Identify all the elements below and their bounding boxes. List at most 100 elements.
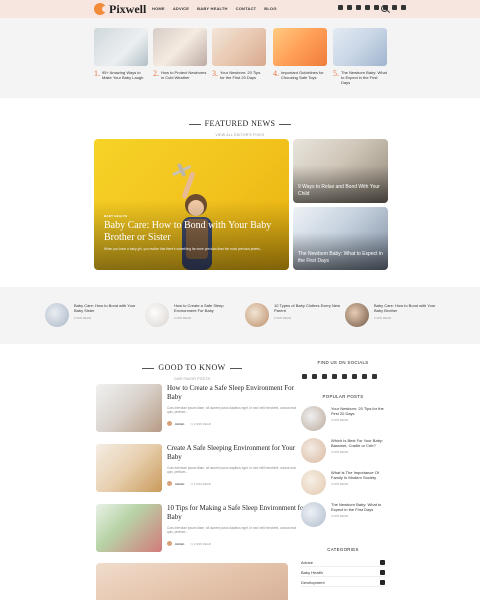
large-post-image[interactable] (96, 563, 288, 600)
facebook-icon[interactable] (302, 374, 307, 379)
band-thumb[interactable] (45, 303, 69, 327)
post-author[interactable]: Admin (175, 482, 184, 486)
category-row[interactable]: Baby Health 8 (301, 568, 385, 577)
featured-title: FEATURED NEWS (188, 119, 292, 128)
strip-card[interactable]: 3. Your Newborn: 20 Tips for the First 20… (212, 28, 266, 80)
band-thumb[interactable] (145, 303, 169, 327)
post-image[interactable] (96, 504, 162, 552)
side-post-title[interactable]: 9 Ways to Relax and Bond With Your Child (298, 184, 384, 197)
flickr-icon[interactable] (372, 374, 377, 379)
featured-main-post[interactable]: BABY HEALTH Baby Care: How to Bond with … (94, 139, 289, 270)
strip-card[interactable]: 1. 95+ Amazing Ways to Make Your Baby Lau… (94, 28, 148, 80)
flickr-icon[interactable] (401, 5, 406, 10)
band-title[interactable]: 10 Types of Baby Clothes Every New Paren… (274, 303, 345, 313)
strip-title[interactable]: Your Newborn: 20 Tips for the First 20 D… (220, 70, 266, 80)
category-row[interactable]: Development 8 (301, 578, 385, 587)
author-avatar (167, 481, 172, 486)
strip-thumb[interactable] (212, 28, 266, 66)
popular-title-text[interactable]: Which Is Best For Your Baby: Bassinet, C… (331, 438, 391, 448)
post-image[interactable] (96, 444, 162, 492)
featured-side-post[interactable]: 9 Ways to Relax and Bond With Your Child (293, 139, 388, 203)
site-logo[interactable]: Pixwell (94, 2, 146, 16)
strip-thumb[interactable] (94, 28, 148, 66)
post-excerpt: Cras interdum ipsum diam, sit laoreet pu… (167, 406, 296, 415)
popular-title: POPULAR POSTS (322, 394, 364, 399)
strip-card[interactable]: 5. The Newborn Baby: What to Expect in th… (333, 28, 387, 85)
tumblr-icon[interactable] (352, 374, 357, 379)
post-title[interactable]: How to Create a Safe Sleep Environment F… (167, 384, 307, 402)
post-item[interactable]: 10 Tips for Making a Safe Sleep Environm… (96, 504, 308, 552)
popular-item[interactable]: The Newborn Baby: What to Expect in the … (301, 502, 391, 527)
strip-title[interactable]: Important Guidelines for Choosing Safe T… (281, 70, 327, 80)
category-name[interactable]: Baby Health (301, 570, 323, 575)
post-author[interactable]: Admin (175, 422, 184, 426)
category-name[interactable]: Advice (301, 560, 313, 565)
twitter-icon[interactable] (347, 5, 352, 10)
post-title[interactable]: Create A Safe Sleeping Environment for Y… (167, 444, 307, 462)
featured-side-post[interactable]: The Newborn Baby: What to Expect in the … (293, 207, 388, 270)
post-meta: Admin ◷ 2 MIN READ (167, 481, 211, 486)
popular-thumb[interactable] (301, 470, 326, 495)
strip-thumb[interactable] (273, 28, 327, 66)
band-title[interactable]: Baby Care: How to Bond with Your Baby Si… (74, 303, 145, 313)
author-avatar (167, 541, 172, 546)
post-image[interactable] (96, 384, 162, 432)
instagram-icon[interactable] (332, 374, 337, 379)
strip-thumb[interactable] (333, 28, 387, 66)
band-thumb[interactable] (345, 303, 369, 327)
categories-title: CATEGORIES (327, 547, 359, 552)
nav-blog[interactable]: BLOG (264, 6, 276, 11)
nav-advice[interactable]: ADVICE (173, 6, 189, 11)
post-item[interactable]: How to Create a Safe Sleep Environment F… (96, 384, 308, 432)
pinterest-icon[interactable] (322, 374, 327, 379)
instagram-icon[interactable] (365, 5, 370, 10)
facebook-icon[interactable] (338, 5, 343, 10)
search-icon[interactable] (381, 5, 388, 12)
nav-contact[interactable]: CONTACT (236, 6, 257, 11)
twitter-icon[interactable] (312, 374, 317, 379)
nav-baby-health[interactable]: BABY HEALTH (197, 6, 228, 11)
vk-icon[interactable] (342, 374, 347, 379)
popular-thumb[interactable] (301, 502, 326, 527)
strip-title[interactable]: How to Protect Newborns in Cold Weather (161, 70, 207, 80)
band-item[interactable]: Baby Care: How to Bond with Your Baby Br… (345, 303, 445, 327)
band-item[interactable]: How to Create a Safe Sleep Environment F… (145, 303, 245, 327)
popular-item[interactable]: Which Is Best For Your Baby: Bassinet, C… (301, 438, 391, 463)
hero-title[interactable]: Baby Care: How to Bond with Your Baby Br… (104, 220, 274, 244)
popular-thumb[interactable] (301, 406, 326, 431)
category-name[interactable]: Development (301, 580, 325, 585)
popular-title-text[interactable]: What Is The Importance Of Family In Mode… (331, 470, 391, 480)
band-item[interactable]: 10 Types of Baby Clothes Every New Paren… (245, 303, 345, 327)
side-post-title[interactable]: The Newborn Baby: What to Expect in the … (298, 251, 384, 264)
main-nav: HOME ADVICE BABY HEALTH CONTACT BLOG (152, 6, 277, 11)
band-meta: 2 MIN READ (74, 316, 92, 321)
category-count: 8 (380, 559, 385, 565)
band-title[interactable]: Baby Care: How to Bond with Your Baby Br… (374, 303, 445, 313)
dribbble-icon[interactable] (392, 5, 397, 10)
popular-meta: 2 MIN READ (331, 514, 349, 519)
vk-icon[interactable] (374, 5, 379, 10)
dribbble-icon[interactable] (362, 374, 367, 379)
popular-title-text[interactable]: Your Newborn: 20 Tips for the First 20 D… (331, 406, 391, 416)
post-title[interactable]: 10 Tips for Making a Safe Sleep Environm… (167, 504, 307, 522)
hero-category[interactable]: BABY HEALTH (104, 214, 127, 218)
strip-card[interactable]: 4. Important Guidelines for Choosing Safe… (273, 28, 327, 80)
popular-title-text[interactable]: The Newborn Baby: What to Expect in the … (331, 502, 391, 512)
pinterest-icon[interactable] (356, 5, 361, 10)
strip-title[interactable]: 95+ Amazing Ways to Make Your Baby Laugh (102, 70, 148, 80)
popular-item[interactable]: What Is The Importance Of Family In Mode… (301, 470, 391, 495)
post-author[interactable]: Admin (175, 542, 184, 546)
featured-subtitle[interactable]: VIEW ALL EDITOR'S PICKS (0, 133, 480, 137)
post-item[interactable]: Create A Safe Sleeping Environment for Y… (96, 444, 308, 492)
strip-card[interactable]: 2. How to Protect Newborns in Cold Weathe… (153, 28, 207, 80)
strip-thumb[interactable] (153, 28, 207, 66)
band-thumb[interactable] (245, 303, 269, 327)
category-row[interactable]: Advice 8 (301, 558, 385, 567)
band-title[interactable]: How to Create a Safe Sleep Environment F… (174, 303, 245, 313)
band-meta: 2 MIN READ (274, 316, 292, 321)
popular-thumb[interactable] (301, 438, 326, 463)
band-item[interactable]: Baby Care: How to Bond with Your Baby Si… (45, 303, 145, 327)
strip-title[interactable]: The Newborn Baby: What to Expect in the … (341, 70, 387, 85)
popular-item[interactable]: Your Newborn: 20 Tips for the First 20 D… (301, 406, 391, 431)
nav-home[interactable]: HOME (152, 6, 165, 11)
